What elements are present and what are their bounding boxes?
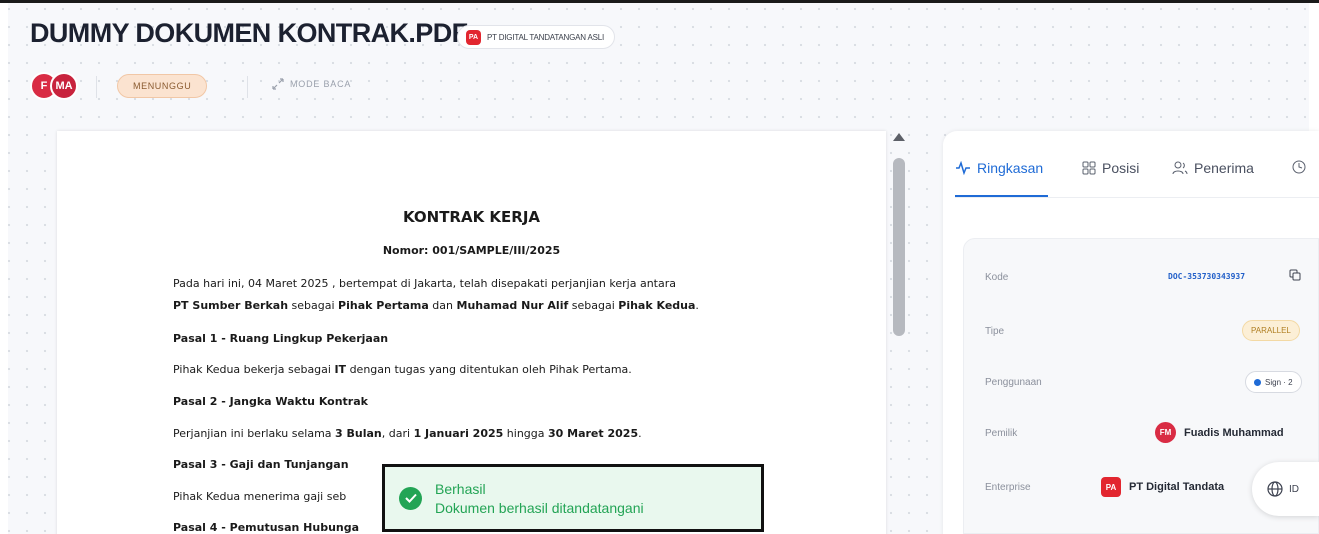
- users-icon: [1172, 161, 1188, 175]
- read-mode-label: MODE BACA: [290, 79, 352, 89]
- enterprise-logo-icon: PA: [1101, 477, 1121, 497]
- tab-divider: [955, 197, 1319, 198]
- status-badge: MENUNGGU: [117, 74, 208, 98]
- section-heading: Pasal 3 - Gaji dan Tunjangan: [173, 458, 349, 471]
- active-tab-indicator: [955, 195, 1048, 197]
- top-border: [0, 0, 1319, 3]
- document-code: DOC-353730343937: [1168, 272, 1246, 281]
- owner-name: Fuadis Muhammad: [1184, 426, 1284, 439]
- scrollbar-thumb[interactable]: [893, 158, 905, 336]
- owner-info: FM Fuadis Muhammad: [1155, 422, 1284, 443]
- language-button[interactable]: ID: [1252, 462, 1319, 516]
- paragraph-line: Pihak Kedua bekerja sebagai IT dengan tu…: [173, 363, 632, 376]
- code-label: Kode: [985, 272, 1009, 283]
- globe-icon: [1267, 481, 1283, 497]
- paragraph-line: Pihak Kedua menerima gaji seb: [173, 490, 347, 503]
- enterprise-name: PT Digital Tandata: [1129, 481, 1225, 493]
- type-badge: PARALLEL: [1242, 320, 1300, 341]
- paragraph-line: Perjanjian ini berlaku selama 3 Bulan, d…: [173, 427, 642, 440]
- section-heading: Pasal 2 - Jangka Waktu Kontrak: [173, 395, 368, 408]
- avatar[interactable]: MA: [50, 72, 78, 100]
- copy-icon[interactable]: [1289, 269, 1301, 281]
- enterprise-logo-icon: PA: [466, 29, 481, 45]
- tab-ringkasan[interactable]: Ringkasan: [955, 160, 1043, 176]
- section-heading: Pasal 1 - Ruang Lingkup Pekerjaan: [173, 332, 389, 345]
- section-heading: Pasal 4 - Pemutusan Hubunga: [173, 521, 360, 534]
- contract-title: KONTRAK KERJA: [402, 208, 541, 226]
- language-label: ID: [1289, 483, 1299, 495]
- usage-chip: Sign · 2: [1245, 371, 1302, 393]
- paragraph-line: PT Sumber Berkah sebagai Pihak Pertama d…: [173, 299, 699, 312]
- paragraph-line: Pada hari ini, 04 Maret 2025 , bertempat…: [173, 277, 676, 290]
- enterprise-label: Enterprise: [985, 482, 1031, 493]
- tab-penerima[interactable]: Penerima: [1172, 160, 1254, 176]
- avatar: FM: [1155, 422, 1176, 443]
- divider: [247, 76, 248, 98]
- activity-icon: [956, 161, 970, 175]
- expand-icon: [272, 78, 284, 90]
- usage-value: Sign · 2: [1265, 377, 1293, 387]
- tab-riwayat[interactable]: [1292, 160, 1306, 174]
- toast-message: Dokumen berhasil ditandatangani: [435, 499, 644, 516]
- divider: [96, 76, 97, 98]
- scroll-up-arrow-icon[interactable]: [893, 133, 905, 141]
- usage-label: Penggunaan: [985, 377, 1042, 388]
- status-dot-icon: [1254, 378, 1261, 386]
- document-title: DUMMY DOKUMEN KONTRAK.PDF: [30, 18, 468, 48]
- clock-icon: [1292, 160, 1306, 174]
- left-edge: [0, 0, 8, 534]
- contract-number: Nomor: 001/SAMPLE/III/2025: [382, 244, 561, 257]
- success-toast[interactable]: Berhasil Dokumen berhasil ditandatangani: [382, 464, 764, 532]
- tab-posisi[interactable]: Posisi: [1082, 160, 1139, 176]
- enterprise-info: PA PT Digital Tandata: [1101, 477, 1224, 497]
- type-label: Tipe: [985, 326, 1005, 337]
- read-mode-button[interactable]: MODE BACA: [272, 78, 351, 90]
- grid-icon: [1082, 161, 1096, 175]
- toast-title: Berhasil: [435, 480, 486, 497]
- owner-label: Pemilik: [985, 428, 1018, 439]
- enterprise-chip[interactable]: PA PT DIGITAL TANDATANGAN ASLI: [457, 25, 615, 49]
- enterprise-chip-label: PT DIGITAL TANDATANGAN ASLI: [487, 32, 604, 42]
- check-circle-icon: [399, 486, 422, 510]
- signer-avatars[interactable]: F MA: [30, 72, 82, 102]
